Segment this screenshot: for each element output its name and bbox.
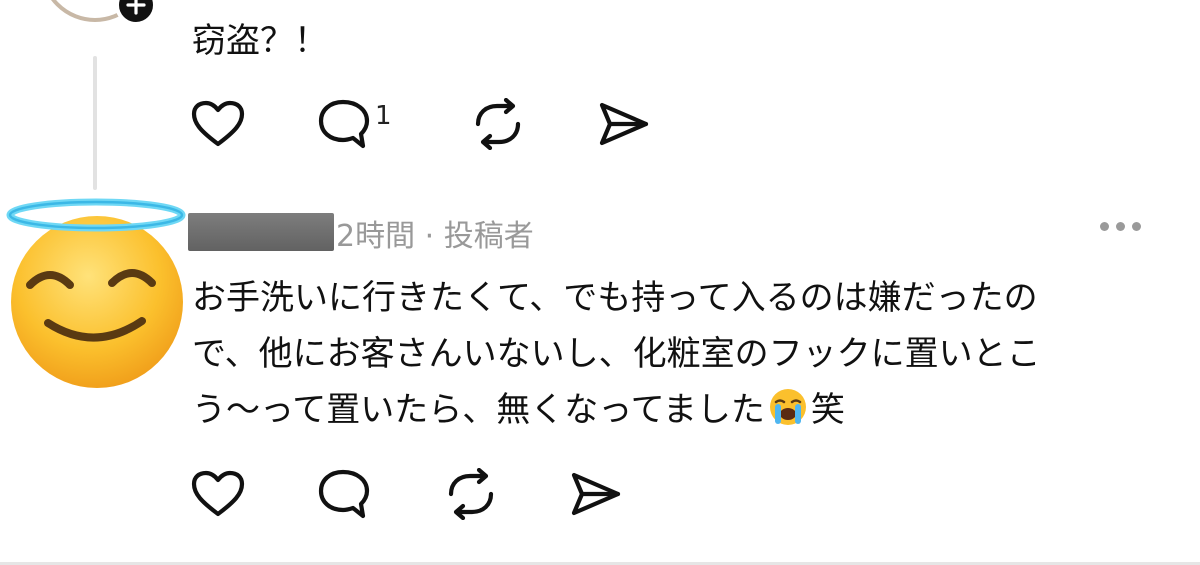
- reply-text-suffix: 笑: [810, 390, 845, 430]
- more-dot: [1116, 222, 1125, 231]
- thread-line: [93, 56, 97, 190]
- reply-comment-button[interactable]: [317, 468, 373, 520]
- redacted-username[interactable]: [188, 213, 334, 251]
- reply-text-line: お手洗いに行きたくて、でも持って入るのは嫌だったの: [192, 278, 1038, 318]
- heart-icon: [191, 470, 245, 517]
- reply-share-button[interactable]: [568, 470, 624, 518]
- comment-button[interactable]: 1: [317, 98, 392, 150]
- more-options-button[interactable]: [1100, 222, 1141, 231]
- avatar[interactable]: [0, 195, 190, 390]
- more-dot: [1132, 222, 1141, 231]
- reply-repost-button[interactable]: [443, 468, 499, 520]
- comment-icon: [318, 99, 370, 149]
- share-icon: [571, 472, 621, 516]
- reply-like-button[interactable]: [190, 470, 246, 518]
- reply-count: 1: [375, 101, 392, 131]
- smiling-face-with-halo-icon: [6, 198, 186, 388]
- heart-icon: [191, 100, 245, 147]
- repost-button[interactable]: [470, 98, 526, 150]
- comment-icon: [318, 469, 370, 519]
- previous-post-text: 窃盗？！: [192, 21, 328, 61]
- repost-icon: [448, 468, 494, 520]
- share-button[interactable]: [596, 100, 652, 148]
- plus-icon: [126, 0, 146, 15]
- follow-button[interactable]: [115, 0, 157, 26]
- reply-text-line: で、他にお客さんいないし、化粧室のフックに置いとこ: [192, 334, 1041, 374]
- post-meta: 2時間 · 投稿者: [336, 219, 534, 254]
- reply-post-text: お手洗いに行きたくて、でも持って入るのは嫌だったの で、他にお客さんいないし、化…: [192, 270, 1041, 444]
- like-button[interactable]: [190, 100, 246, 148]
- reply-text-line: う〜って置いたら、無くなってました: [192, 390, 765, 430]
- repost-icon: [475, 98, 521, 150]
- loudly-crying-face-icon: [768, 387, 808, 444]
- reply-text-line-last: う〜って置いたら、無くなってました 笑: [192, 382, 1041, 444]
- more-dot: [1100, 222, 1109, 231]
- share-icon: [599, 102, 649, 146]
